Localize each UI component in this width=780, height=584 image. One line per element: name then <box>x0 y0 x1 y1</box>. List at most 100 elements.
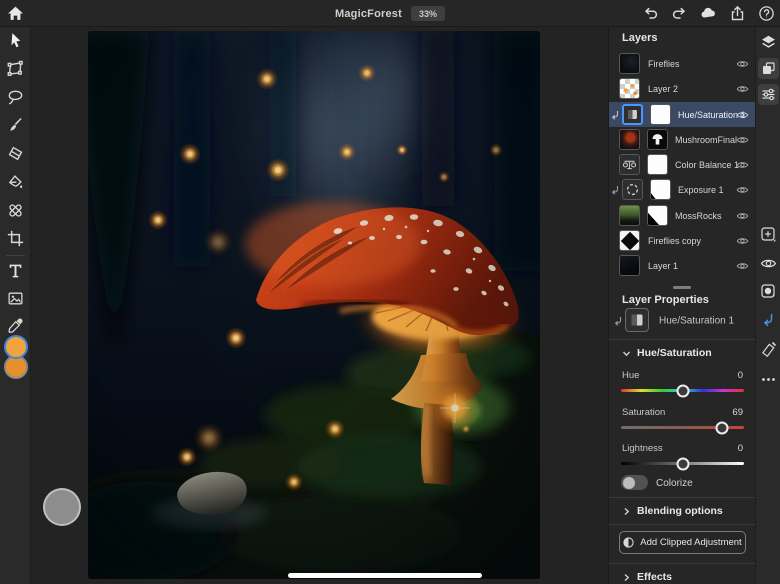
layer-mask-thumbnail[interactable] <box>647 205 668 226</box>
visibility-eye-icon[interactable] <box>736 84 749 94</box>
colorize-toggle[interactable] <box>621 475 648 490</box>
layer-mask-thumbnail[interactable] <box>650 179 671 200</box>
layer-thumbnail[interactable] <box>619 230 640 251</box>
add-layer-icon[interactable] <box>760 226 777 243</box>
visibility-eye-icon[interactable] <box>760 255 777 272</box>
visibility-eye-icon[interactable] <box>736 185 749 195</box>
layer-row-fireflies[interactable]: Fireflies <box>609 51 755 76</box>
colorize-label: Colorize <box>656 478 693 489</box>
cloud-sync-icon[interactable] <box>700 5 717 22</box>
properties-selected-layer: Hue/Saturation 1 <box>609 308 755 334</box>
effects-section-header[interactable]: Effects <box>622 571 672 583</box>
adjustment-layer-thumbnail[interactable] <box>622 179 643 200</box>
layer-mask-thumbnail[interactable] <box>647 154 668 175</box>
layer-row-exposure[interactable]: Exposure 1 <box>609 177 755 202</box>
section-title: Blending options <box>637 505 723 517</box>
pasteboard <box>31 27 608 584</box>
selected-layer-name: Hue/Saturation 1 <box>659 316 734 327</box>
layer-name: MushroomFinal <box>675 135 737 145</box>
transform-icon[interactable] <box>760 341 777 358</box>
lightness-slider[interactable] <box>621 462 744 465</box>
type-tool-icon[interactable] <box>7 262 24 279</box>
visibility-eye-icon[interactable] <box>736 59 749 69</box>
task-bar <box>755 27 780 584</box>
layer-row-mossrocks[interactable]: MossRocks <box>609 203 755 228</box>
saturation-slider-handle[interactable] <box>715 421 728 434</box>
layers-panel-title: Layers <box>622 32 657 44</box>
layer-row-hue-saturation[interactable]: Hue/Saturation 1 <box>609 102 755 127</box>
visibility-eye-icon[interactable] <box>736 261 749 271</box>
lightness-slider-handle[interactable] <box>676 457 689 470</box>
touch-shortcut-button[interactable] <box>43 488 81 526</box>
visibility-eye-icon[interactable] <box>736 160 749 170</box>
tool-bar <box>0 27 31 584</box>
visibility-eye-icon[interactable] <box>736 211 749 221</box>
layer-thumbnail[interactable] <box>619 53 640 74</box>
layer-name: MossRocks <box>675 211 722 221</box>
blending-options-section-header[interactable]: Blending options <box>622 505 723 517</box>
fill-tool-icon[interactable] <box>7 174 24 191</box>
lasso-tool-icon[interactable] <box>7 89 24 106</box>
layer-name: Layer 2 <box>648 84 678 94</box>
chevron-right-icon <box>622 573 631 582</box>
share-icon[interactable] <box>729 5 746 22</box>
hue-slider-handle[interactable] <box>676 384 689 397</box>
adjustment-layer-thumbnail[interactable] <box>625 308 649 332</box>
layers-stack-icon[interactable] <box>760 34 777 51</box>
hue-saturation-section-header[interactable]: Hue/Saturation <box>622 347 712 359</box>
layer-row-color-balance[interactable]: Color Balance 1 <box>609 152 755 177</box>
clip-layer-icon[interactable] <box>760 312 777 329</box>
top-bar: MagicForest 33% <box>0 0 780 27</box>
place-image-tool-icon[interactable] <box>7 290 24 307</box>
layer-row-fireflies-copy[interactable]: Fireflies copy <box>609 228 755 253</box>
layer-name: Exposure 1 <box>678 185 724 195</box>
eyedropper-tool-icon[interactable] <box>7 317 24 334</box>
layer-mask-thumbnail[interactable] <box>647 129 668 150</box>
visibility-eye-icon[interactable] <box>736 135 749 145</box>
layer-thumbnail[interactable] <box>619 255 640 276</box>
home-indicator-bar[interactable] <box>288 573 482 578</box>
foreground-color-swatch[interactable] <box>4 335 28 359</box>
more-options-icon[interactable] <box>760 371 777 388</box>
button-label: Add Clipped Adjustment <box>640 537 741 548</box>
layer-mask-icon[interactable] <box>760 283 777 300</box>
layers-panel: Layers Fireflies Layer 2 Hue <box>608 27 755 584</box>
zoom-level-badge[interactable]: 33% <box>411 6 445 21</box>
adjustment-layer-thumbnail[interactable] <box>622 104 643 125</box>
layer-thumbnail[interactable] <box>619 205 640 226</box>
divider <box>609 563 755 564</box>
adjustments-icon[interactable] <box>758 84 779 105</box>
clipping-mask-arrow-icon <box>611 185 619 194</box>
chevron-down-icon <box>622 349 631 358</box>
visibility-eye-icon[interactable] <box>736 110 749 120</box>
panel-drag-handle[interactable] <box>673 286 691 289</box>
adjustment-layer-thumbnail[interactable] <box>619 154 640 175</box>
layer-properties-icon[interactable] <box>758 58 779 79</box>
redo-icon[interactable] <box>671 5 688 22</box>
divider <box>609 497 755 498</box>
layer-name: Fireflies <box>648 59 680 69</box>
brush-tool-icon[interactable] <box>7 117 24 134</box>
layer-row-layer1[interactable]: Layer 1 <box>609 253 755 278</box>
help-icon[interactable] <box>758 5 775 22</box>
layer-name: Color Balance 1 <box>675 160 739 170</box>
transform-tool-icon[interactable] <box>7 60 24 77</box>
move-tool-icon[interactable] <box>7 32 24 49</box>
hue-slider[interactable] <box>621 389 744 392</box>
toolbar-divider <box>6 255 25 256</box>
canvas-document[interactable] <box>88 31 540 579</box>
hue-label: Hue <box>622 370 639 381</box>
saturation-slider[interactable] <box>621 426 744 429</box>
visibility-eye-icon[interactable] <box>736 236 749 246</box>
crop-tool-icon[interactable] <box>7 230 24 247</box>
layer-mask-thumbnail[interactable] <box>650 104 671 125</box>
layer-thumbnail[interactable] <box>619 78 640 99</box>
add-clipped-adjustment-button[interactable]: Add Clipped Adjustment <box>619 531 746 554</box>
healing-tool-icon[interactable] <box>7 202 24 219</box>
layer-row-mushroomfinal[interactable]: MushroomFinal <box>609 127 755 152</box>
layer-row-layer2[interactable]: Layer 2 <box>609 76 755 101</box>
layer-thumbnail[interactable] <box>619 129 640 150</box>
mushroom-artwork <box>88 31 540 579</box>
eraser-tool-icon[interactable] <box>7 145 24 162</box>
undo-icon[interactable] <box>642 5 659 22</box>
